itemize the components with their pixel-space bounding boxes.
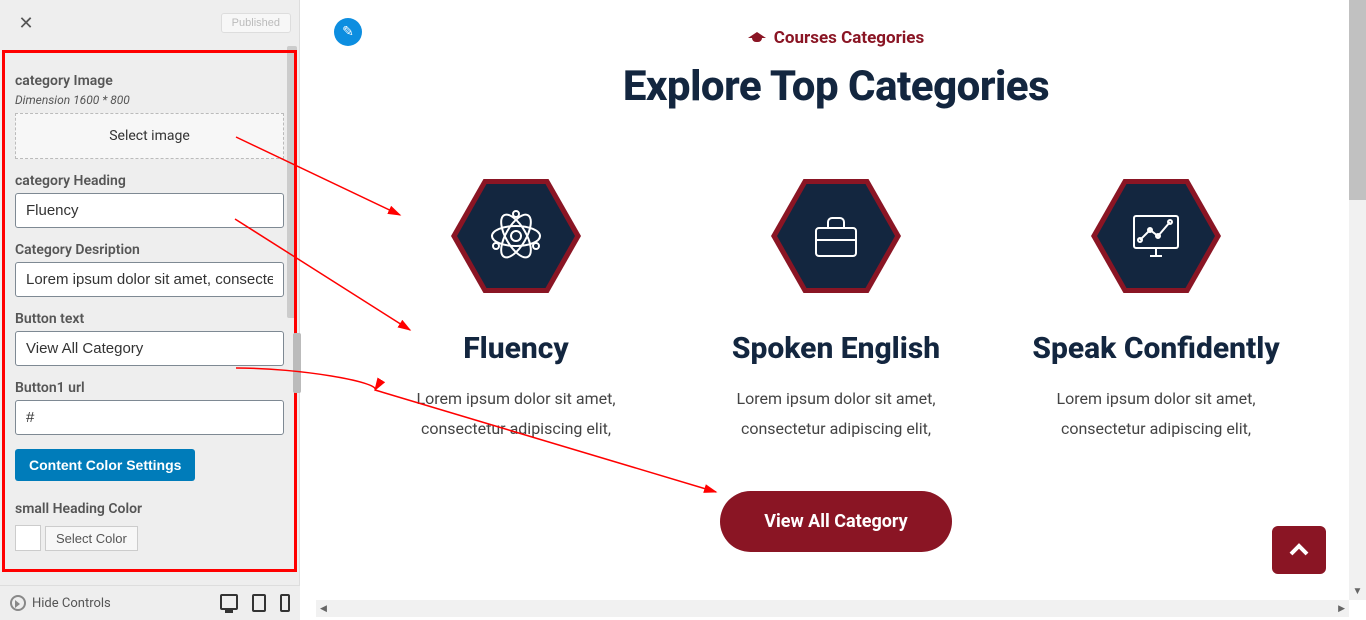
close-icon: ✕ <box>18 13 33 34</box>
customizer-sidebar: ✕ Published category Image Dimension 160… <box>0 0 300 585</box>
sidebar-content: category Image Dimension 1600 * 800 Sele… <box>5 53 294 569</box>
button-text-input[interactable] <box>15 331 284 366</box>
select-color-button[interactable]: Select Color <box>45 526 138 551</box>
card-title: Speak Confidently <box>1006 331 1306 366</box>
category-card: Speak Confidently Lorem ipsum dolor sit … <box>1006 171 1306 445</box>
card-desc-line: consectetur adipiscing elit, <box>1006 414 1306 444</box>
category-card: Spoken English Lorem ipsum dolor sit ame… <box>686 171 986 445</box>
category-description-input[interactable] <box>15 262 284 297</box>
preview-horizontal-scrollbar[interactable] <box>316 600 1349 617</box>
edit-shortcut-button[interactable]: ✎ <box>334 18 362 46</box>
category-heading-label: category Heading <box>15 173 284 189</box>
hexagon-icon-wrap <box>771 171 901 301</box>
category-heading-input[interactable] <box>15 193 284 228</box>
sidebar-footer: Hide Controls <box>0 585 300 620</box>
card-title: Fluency <box>366 331 666 366</box>
view-all-category-button[interactable]: View All Category <box>720 491 952 552</box>
hexagon-icon-wrap <box>451 171 581 301</box>
button-url-input[interactable] <box>15 400 284 435</box>
collapse-icon <box>10 595 26 611</box>
highlight-box: category Image Dimension 1600 * 800 Sele… <box>2 50 297 572</box>
inner-scrollbar[interactable] <box>293 333 301 393</box>
preview-scroll-thumb[interactable] <box>1349 0 1366 200</box>
hexagon-icon-wrap <box>1091 171 1221 301</box>
content-color-settings-button[interactable]: Content Color Settings <box>15 449 195 481</box>
select-image-button[interactable]: Select image <box>15 113 284 159</box>
device-preview-icons <box>220 594 290 612</box>
button-url-label: Button1 url <box>15 380 284 396</box>
hide-controls-button[interactable]: Hide Controls <box>10 595 111 611</box>
tablet-icon[interactable] <box>252 594 266 612</box>
hide-controls-label: Hide Controls <box>32 596 111 611</box>
small-heading-color-label: small Heading Color <box>15 501 284 517</box>
color-swatch[interactable] <box>15 525 41 551</box>
category-image-label: category Image <box>15 73 284 89</box>
category-card: Fluency Lorem ipsum dolor sit amet, cons… <box>366 171 666 445</box>
category-description-label: Category Desription <box>15 242 284 258</box>
scroll-to-top-button[interactable] <box>1272 526 1326 574</box>
color-picker-row: Select Color <box>15 525 284 551</box>
card-desc-line: consectetur adipiscing elit, <box>686 414 986 444</box>
card-desc-line: Lorem ipsum dolor sit amet, <box>366 384 666 414</box>
close-button[interactable]: ✕ <box>8 5 44 41</box>
preview-content: Courses Categories Explore Top Categorie… <box>306 0 1366 552</box>
pencil-icon: ✎ <box>342 24 354 40</box>
graduation-cap-icon <box>748 32 766 44</box>
card-title: Spoken English <box>686 331 986 366</box>
section-big-title: Explore Top Categories <box>346 62 1326 111</box>
preview-pane: ▼ ✎ Courses Categories Explore Top Categ… <box>306 0 1366 620</box>
small-title-text: Courses Categories <box>774 28 924 48</box>
section-small-title: Courses Categories <box>748 28 924 48</box>
button-text-label: Button text <box>15 311 284 327</box>
card-desc-line: Lorem ipsum dolor sit amet, <box>686 384 986 414</box>
preview-scroll-down-arrow[interactable]: ▼ <box>1349 583 1366 600</box>
card-desc-line: consectetur adipiscing elit, <box>366 414 666 444</box>
card-desc-line: Lorem ipsum dolor sit amet, <box>1006 384 1306 414</box>
category-image-dimension: Dimension 1600 * 800 <box>15 93 284 107</box>
sidebar-header: ✕ Published <box>0 0 299 46</box>
chevron-up-icon <box>1287 538 1311 562</box>
desktop-icon[interactable] <box>220 594 238 610</box>
published-button[interactable]: Published <box>221 13 291 33</box>
category-cards-row: Fluency Lorem ipsum dolor sit amet, cons… <box>346 171 1326 445</box>
phone-icon[interactable] <box>280 594 290 612</box>
